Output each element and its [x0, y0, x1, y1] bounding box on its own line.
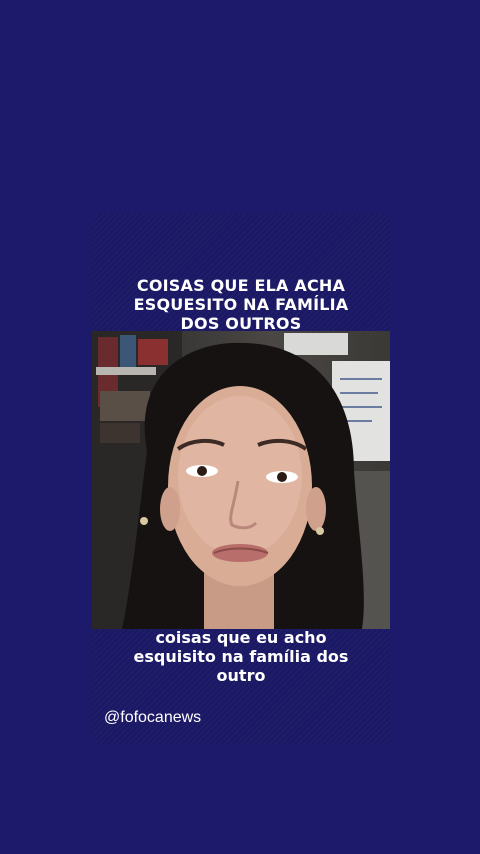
caption-line-3: outro	[216, 666, 266, 685]
post-title: COISAS QUE ELA ACHA ESQUESITO NA FAMÍLIA…	[92, 276, 390, 333]
caption-line-2: esquisito na família dos	[133, 647, 349, 666]
subtitle-caption: coisas que eu acho esquisito na família …	[92, 628, 390, 685]
account-handle[interactable]: @fofocanews	[104, 708, 201, 728]
video-frame[interactable]	[92, 331, 390, 629]
post-title-line-1: COISAS QUE ELA ACHA	[136, 276, 346, 295]
post-card[interactable]: COISAS QUE ELA ACHA ESQUESITO NA FAMÍLIA…	[92, 214, 390, 745]
caption-line-1: coisas que eu acho	[155, 628, 327, 647]
video-still	[92, 331, 390, 629]
post-title-line-2: ESQUESITO NA FAMÍLIA	[133, 295, 349, 314]
